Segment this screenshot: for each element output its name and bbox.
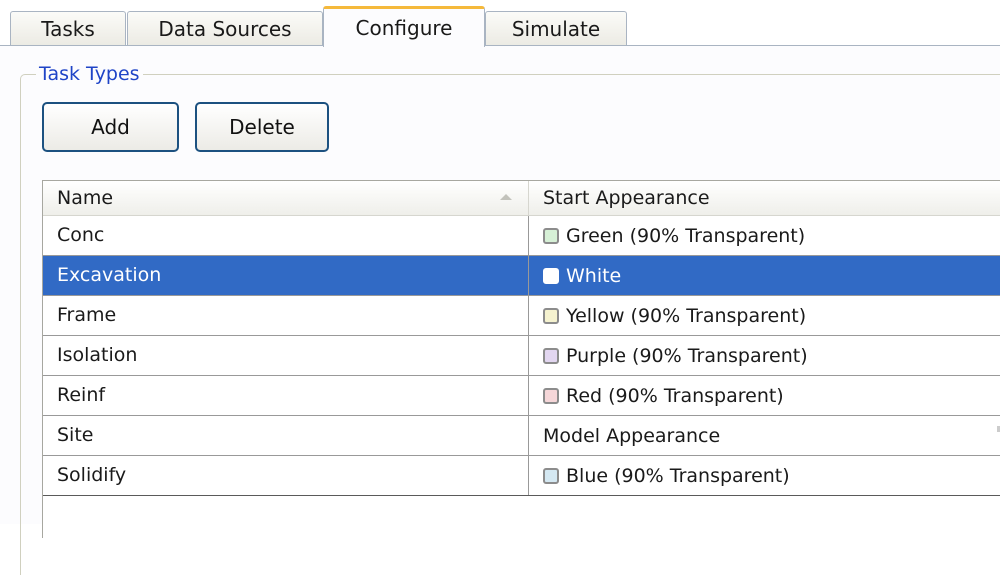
task-type-name[interactable]: Conc	[43, 216, 529, 255]
table-row[interactable]: Isolation Purple (90% Transparent)	[43, 336, 1000, 376]
table-row[interactable]: Solidify Blue (90% Transparent)	[43, 456, 1000, 496]
configure-panel: Task Types Add Delete Name Start Appeara…	[0, 46, 1000, 575]
start-appearance-cell[interactable]: Blue (90% Transparent)	[529, 456, 790, 495]
task-type-name[interactable]: Solidify	[43, 456, 529, 495]
column-header-name-label: Name	[57, 187, 114, 209]
table-row[interactable]: Excavation White	[43, 256, 1000, 296]
table-row[interactable]: Conc Green (90% Transparent)	[43, 216, 1000, 256]
start-appearance-label: Purple (90% Transparent)	[566, 344, 808, 367]
start-appearance-label: Red (90% Transparent)	[566, 384, 784, 407]
start-appearance-label: White	[566, 264, 622, 287]
color-swatch-icon	[543, 307, 559, 324]
start-appearance-label: Green (90% Transparent)	[566, 224, 806, 247]
column-header-start-appearance[interactable]: Start Appearance	[529, 181, 710, 215]
tab-simulate[interactable]: Simulate	[485, 11, 627, 45]
start-appearance-cell[interactable]: White	[529, 256, 621, 295]
column-header-name[interactable]: Name	[43, 181, 529, 215]
task-types-grid: Name Start Appearance Conc Green (90% Tra…	[42, 180, 1000, 538]
grid-body: Conc Green (90% Transparent) Excavation Whi…	[43, 216, 1000, 496]
color-swatch-icon	[543, 347, 559, 364]
task-type-name[interactable]: Reinf	[43, 376, 529, 415]
start-appearance-label: Blue (90% Transparent)	[566, 464, 790, 487]
start-appearance-cell[interactable]: Green (90% Transparent)	[529, 216, 805, 255]
start-appearance-label: Yellow (90% Transparent)	[566, 304, 807, 327]
table-row[interactable]: Reinf Red (90% Transparent)	[43, 376, 1000, 416]
add-button[interactable]: Add	[42, 102, 179, 152]
start-appearance-cell[interactable]: Model Appearance	[529, 416, 720, 455]
color-swatch-icon	[543, 387, 559, 404]
start-appearance-cell[interactable]: Yellow (90% Transparent)	[529, 296, 806, 335]
start-appearance-label: Model Appearance	[543, 424, 721, 447]
column-header-start-appearance-label: Start Appearance	[543, 187, 710, 209]
table-row[interactable]: Site Model Appearance	[43, 416, 1000, 456]
task-type-name[interactable]: Site	[43, 416, 529, 455]
start-appearance-cell[interactable]: Red (90% Transparent)	[529, 376, 784, 415]
start-appearance-cell[interactable]: Purple (90% Transparent)	[529, 336, 808, 375]
tab-data-sources[interactable]: Data Sources	[127, 11, 323, 45]
delete-button[interactable]: Delete	[195, 102, 329, 152]
table-row[interactable]: Frame Yellow (90% Transparent)	[43, 296, 1000, 336]
sort-ascending-icon	[500, 194, 512, 200]
task-type-name[interactable]: Isolation	[43, 336, 529, 375]
color-swatch-icon	[543, 467, 559, 484]
tab-configure[interactable]: Configure	[323, 6, 485, 47]
color-swatch-icon	[543, 267, 559, 284]
group-title: Task Types	[36, 62, 143, 86]
tab-tasks[interactable]: Tasks	[10, 11, 126, 45]
color-swatch-icon	[543, 227, 559, 244]
grid-header: Name Start Appearance	[43, 181, 1000, 216]
tab-bar: Tasks Data Sources Configure Simulate	[0, 0, 1000, 47]
task-type-name[interactable]: Excavation	[43, 256, 529, 295]
task-type-name[interactable]: Frame	[43, 296, 529, 335]
